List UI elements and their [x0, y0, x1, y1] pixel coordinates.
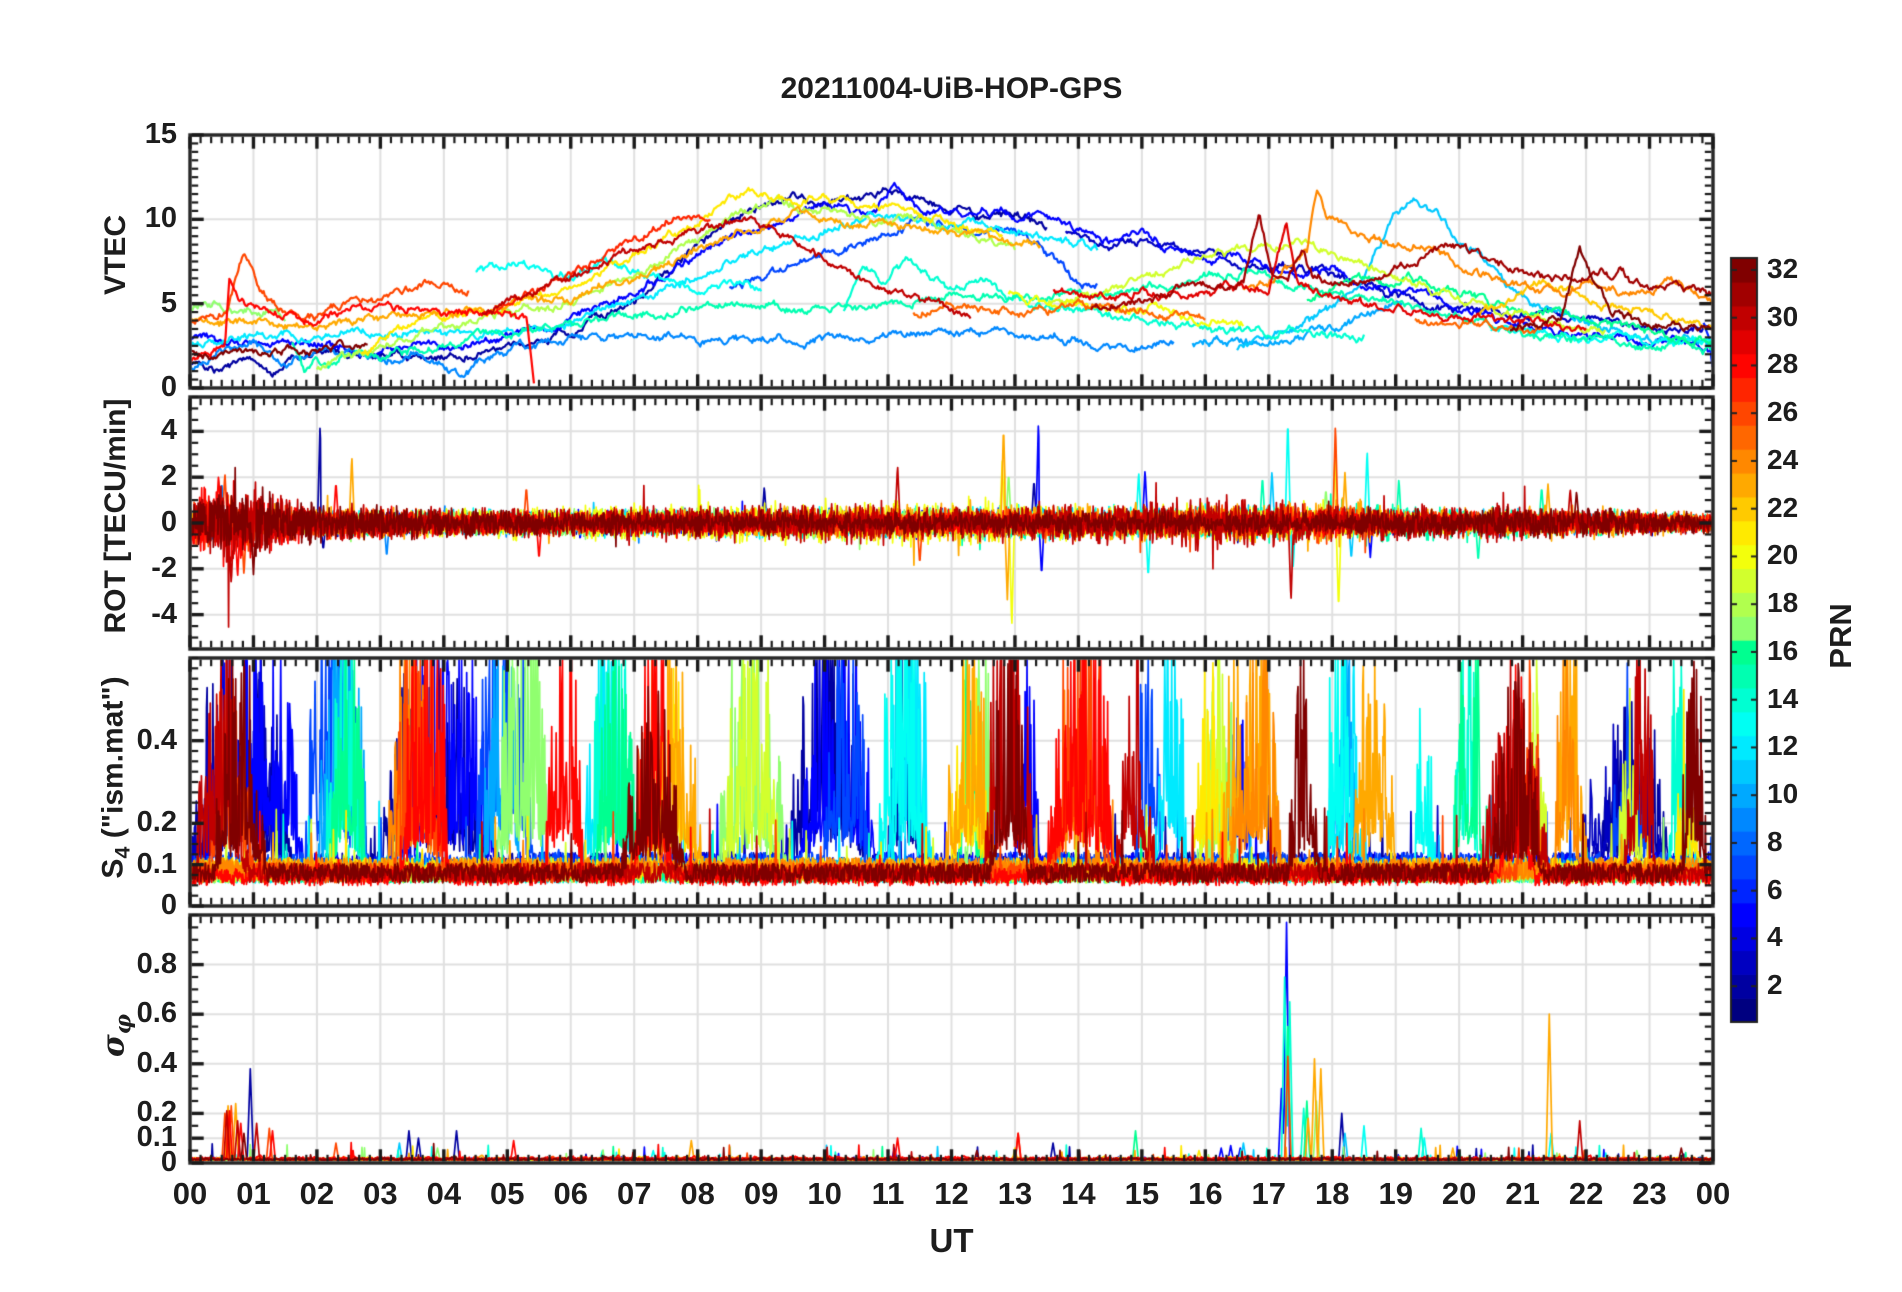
y-tick-label: 15 [144, 118, 177, 150]
colorbar-tick-label: 24 [1767, 443, 1799, 475]
colorbar-tick-label: 30 [1767, 300, 1799, 332]
chart-canvas [0, 0, 1902, 1292]
y-tick-label: 0.8 [136, 947, 177, 980]
colorbar-tick-label: 8 [1767, 825, 1783, 857]
y-tick-label: 5 [160, 286, 177, 319]
y-tick-label: -4 [151, 597, 177, 630]
colorbar-tick-label: 32 [1767, 252, 1799, 284]
colorbar-tick-label: 16 [1767, 634, 1799, 666]
y-tick-label: 0.2 [136, 1096, 177, 1129]
colorbar-tick-label: 20 [1767, 539, 1799, 571]
colorbar-tick-label: 14 [1767, 682, 1799, 714]
y-tick-label: -2 [151, 551, 177, 584]
y-tick-label: 0.4 [136, 723, 177, 756]
colorbar-tick-label: 12 [1767, 730, 1799, 762]
y-tick-label: 2 [160, 460, 177, 493]
chart-title: 20211004-UiB-HOP-GPS [780, 72, 1123, 105]
colorbar-tick-label: 22 [1767, 491, 1799, 523]
y-tick-label: 4 [160, 414, 177, 447]
x-axis-label: UT [929, 1222, 974, 1259]
figure: 20211004-UiB-HOP-GPS VTEC ROT [TECU/min]… [0, 0, 1902, 1292]
y-tick-label: 10 [144, 202, 177, 235]
y-tick-label: 0.6 [136, 997, 177, 1030]
y-tick-label: 0.1 [136, 847, 177, 880]
colorbar-tick-label: 4 [1767, 921, 1783, 953]
colorbar-tick-label: 26 [1767, 396, 1799, 428]
y-tick-label: 0.2 [136, 806, 177, 839]
y-tick-label: 0.4 [136, 1046, 177, 1079]
colorbar-tick-label: 10 [1767, 778, 1799, 810]
y-tick-label: 0 [160, 506, 177, 538]
y-tick-label: 0 [160, 371, 177, 403]
x-tick-label: 00 [1695, 1176, 1731, 1211]
y-tick-label: 0 [160, 889, 177, 921]
colorbar-tick-label: 2 [1767, 969, 1783, 1001]
colorbar-tick-label: 18 [1767, 587, 1799, 619]
colorbar-tick-label: 28 [1767, 348, 1799, 380]
colorbar-tick-label: 6 [1767, 873, 1783, 905]
